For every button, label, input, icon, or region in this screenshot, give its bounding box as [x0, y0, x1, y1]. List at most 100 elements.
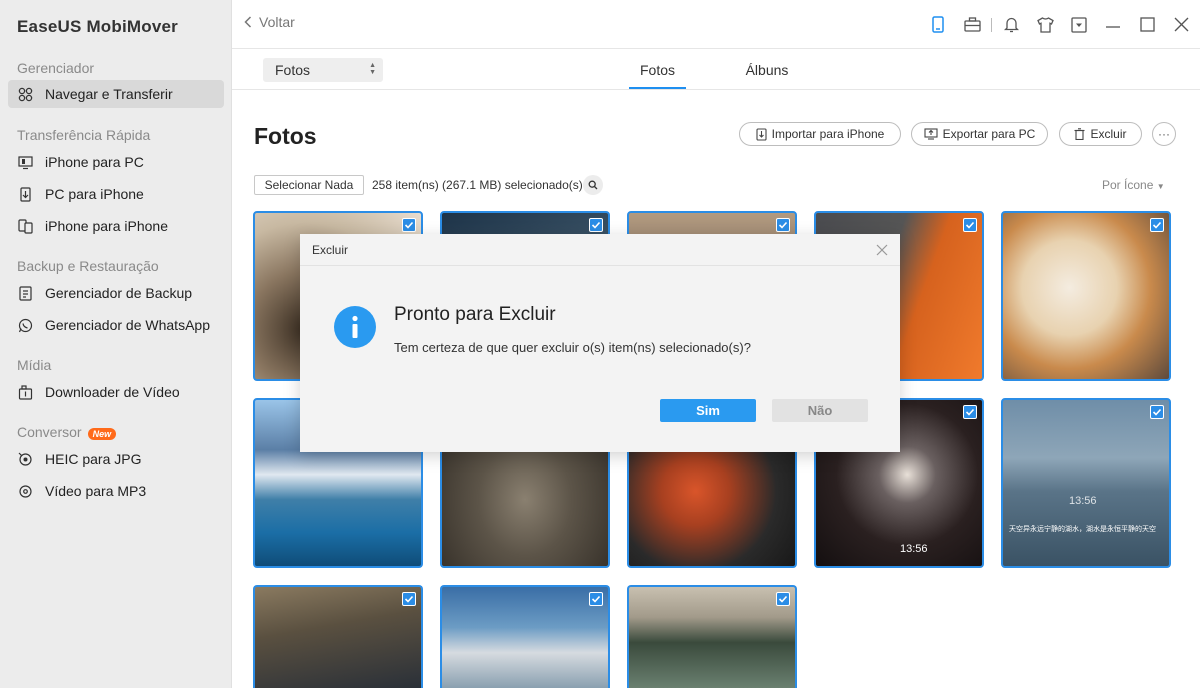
checkbox-checked-icon[interactable] [402, 218, 416, 232]
toolbox-icon[interactable] [955, 0, 989, 49]
checkbox-checked-icon[interactable] [963, 218, 977, 232]
shirt-icon[interactable] [1028, 0, 1062, 49]
page-title: Fotos [254, 123, 317, 149]
whatsapp-icon [17, 317, 33, 333]
sidebar-item-gerenciador-whatsapp[interactable]: Gerenciador de WhatsApp [8, 311, 224, 339]
dialog-title: Excluir [312, 243, 349, 257]
close-icon[interactable] [1164, 0, 1198, 49]
import-to-iphone-button[interactable]: Importar para iPhone [739, 122, 901, 146]
dialog-header: Excluir [300, 234, 900, 266]
back-button[interactable]: Voltar [244, 14, 295, 30]
sidebar-item-label: Navegar e Transferir [45, 86, 173, 102]
checkbox-checked-icon[interactable] [963, 405, 977, 419]
checkbox-checked-icon[interactable] [589, 218, 603, 232]
import-label: Importar para iPhone [771, 127, 885, 141]
download-icon [17, 384, 33, 400]
sidebar-item-iphone-para-iphone[interactable]: iPhone para iPhone [8, 212, 224, 240]
export-icon [924, 128, 938, 140]
new-badge: New [87, 428, 117, 440]
sidebar: EaseUS MobiMover Gerenciador Navegar e T… [0, 0, 232, 688]
trash-icon [1074, 128, 1085, 140]
photo-thumbnail[interactable]: 13:56 天空异永远宁静的湖水，湖水是永恒平静的天空 [1001, 398, 1171, 568]
sidebar-item-pc-para-iphone[interactable]: PC para iPhone [8, 180, 224, 208]
checkbox-checked-icon[interactable] [1150, 218, 1164, 232]
select-arrows-icon: ▲ ▼ [369, 62, 376, 76]
photo-caption: 天空异永远宁静的湖水，湖水是永恒平静的天空 [1009, 526, 1156, 533]
phone-to-phone-icon [17, 218, 33, 234]
sidebar-item-label: iPhone para iPhone [45, 218, 168, 234]
maximize-icon[interactable] [1130, 0, 1164, 49]
sidebar-item-label: Gerenciador de Backup [45, 285, 193, 301]
checkbox-checked-icon[interactable] [776, 592, 790, 606]
toolbar-separator [991, 17, 992, 32]
image-convert-icon [17, 451, 33, 467]
sidebar-item-heic-para-jpg[interactable]: HEIC para JPG [8, 445, 224, 473]
photo-time-label: 13:56 [900, 543, 928, 555]
section-label-transferencia: Transferência Rápida [17, 127, 151, 143]
sidebar-item-gerenciador-backup[interactable]: Gerenciador de Backup [8, 279, 224, 307]
delete-label: Excluir [1090, 127, 1127, 141]
sort-dropdown[interactable]: Por Ícone ▼ [1102, 178, 1165, 192]
app-title: EaseUS MobiMover [17, 17, 178, 36]
pc-to-phone-icon [17, 186, 33, 202]
select-none-button[interactable]: Selecionar Nada [254, 175, 364, 195]
section-label-midia: Mídia [17, 357, 52, 373]
export-label: Exportar para PC [942, 127, 1036, 141]
section-label-conversor: Conversor New [17, 424, 117, 440]
selection-info: 258 item(ns) (267.1 MB) selecionado(s) [372, 178, 583, 192]
sidebar-item-video-para-mp3[interactable]: Vídeo para MP3 [8, 477, 224, 505]
dialog-heading: Pronto para Excluir [394, 304, 556, 325]
photo-thumbnail[interactable] [253, 585, 423, 688]
window-toolbar [921, 0, 1200, 49]
sidebar-item-label: Downloader de Vídeo [45, 384, 180, 400]
import-icon [756, 127, 767, 141]
caret-down-icon: ▼ [1156, 182, 1165, 191]
phone-to-pc-icon [17, 154, 33, 170]
confirm-yes-button[interactable]: Sim [660, 399, 756, 422]
subbar: Fotos ▲ ▼ Fotos Álbuns [232, 49, 1200, 90]
audio-convert-icon [17, 483, 33, 499]
sidebar-item-label: PC para iPhone [45, 186, 144, 202]
phone-icon[interactable] [921, 0, 955, 49]
tab-albuns[interactable]: Álbuns [738, 49, 796, 89]
sidebar-item-downloader-video[interactable]: Downloader de Vídeo [8, 378, 224, 406]
sidebar-item-label: HEIC para JPG [45, 451, 142, 467]
topbar: Voltar [232, 0, 1200, 49]
minimize-icon[interactable] [1096, 0, 1130, 49]
checkbox-checked-icon[interactable] [776, 218, 790, 232]
back-label: Voltar [259, 14, 295, 30]
more-options-button[interactable]: ··· [1152, 122, 1176, 146]
delete-confirm-dialog: Excluir Pronto para Excluir Tem certeza … [300, 234, 900, 452]
search-button[interactable] [583, 175, 603, 195]
delete-button[interactable]: Excluir [1059, 122, 1142, 146]
dropdown-menu-icon[interactable] [1062, 0, 1096, 49]
checkbox-checked-icon[interactable] [402, 592, 416, 606]
info-icon [334, 306, 376, 348]
sidebar-item-iphone-para-pc[interactable]: iPhone para PC [8, 148, 224, 176]
category-select-value: Fotos [275, 62, 311, 78]
category-select[interactable]: Fotos ▲ ▼ [263, 58, 383, 82]
photo-thumbnail[interactable] [440, 585, 610, 688]
sidebar-item-label: Vídeo para MP3 [45, 483, 147, 499]
backup-icon [17, 285, 33, 301]
sidebar-item-label: iPhone para PC [45, 154, 144, 170]
checkbox-checked-icon[interactable] [1150, 405, 1164, 419]
export-to-pc-button[interactable]: Exportar para PC [911, 122, 1048, 146]
tab-fotos[interactable]: Fotos [629, 49, 686, 89]
confirm-no-button[interactable]: Não [772, 399, 868, 422]
sidebar-item-label: Gerenciador de WhatsApp [45, 317, 210, 333]
section-label-gerenciador: Gerenciador [17, 60, 95, 76]
chevron-left-icon [244, 16, 252, 28]
bell-icon[interactable] [994, 0, 1028, 49]
checkbox-checked-icon[interactable] [589, 592, 603, 606]
photo-thumbnail[interactable] [627, 585, 797, 688]
dialog-message: Tem certeza de que quer excluir o(s) ite… [394, 340, 751, 355]
photo-thumbnail[interactable] [1001, 211, 1171, 381]
sidebar-item-navegar[interactable]: Navegar e Transferir [8, 80, 224, 108]
photo-time-label: 13:56 [1069, 495, 1097, 507]
section-label-conversor-text: Conversor [17, 424, 82, 440]
dialog-close-icon[interactable] [874, 242, 890, 258]
section-label-backup: Backup e Restauração [17, 258, 159, 274]
search-icon [588, 180, 598, 190]
grid-icon [17, 86, 33, 102]
